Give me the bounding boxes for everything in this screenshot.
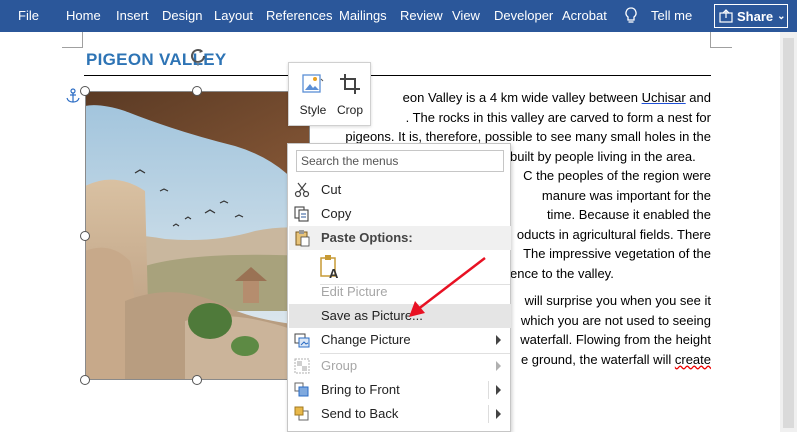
menu-label-send-to-back: Send to Back <box>321 406 399 421</box>
send-back-icon <box>294 406 309 421</box>
tab-acrobat[interactable]: Acrobat <box>562 8 607 23</box>
tab-design[interactable]: Design <box>162 8 202 23</box>
paste-keep-picture-button[interactable]: A <box>289 252 511 282</box>
anchor-icon[interactable] <box>66 88 80 104</box>
uchisar-word: Uchisar <box>641 90 686 105</box>
style-label: Style <box>299 103 327 117</box>
context-menu: Search the menus Cut Copy Paste Options: <box>287 143 511 432</box>
resize-handle-w[interactable] <box>80 231 90 241</box>
menu-label-cut: Cut <box>321 182 342 197</box>
rotate-icon[interactable] <box>188 46 208 66</box>
resize-handle-nw[interactable] <box>80 86 90 96</box>
svg-text:A: A <box>329 266 339 280</box>
heading-underline <box>84 75 711 76</box>
menu-item-copy[interactable]: Copy <box>289 202 511 226</box>
menu-item-change-picture[interactable]: Change Picture <box>289 328 511 352</box>
chevron-down-icon: ⌄ <box>777 10 786 22</box>
menu-label-edit-picture: Edit Picture <box>321 284 388 299</box>
bring-front-icon <box>294 382 309 397</box>
menu-search-input[interactable]: Search the menus <box>296 150 504 172</box>
submenu-arrow-icon <box>496 361 501 371</box>
lightbulb-icon[interactable] <box>624 7 638 25</box>
crop-mark <box>62 47 83 48</box>
ribbon: File Home Insert Design Layout Reference… <box>0 0 797 32</box>
tab-file[interactable]: File <box>18 8 39 23</box>
tab-review[interactable]: Review <box>400 8 443 23</box>
text-line: eon Valley is a 4 km wide valley between… <box>402 90 711 105</box>
menu-label-group: Group <box>321 358 358 373</box>
paste-icon <box>295 230 310 247</box>
menu-label-change-picture: Change Picture <box>321 332 411 347</box>
share-button[interactable]: Share ⌄ <box>714 4 788 28</box>
split-separator <box>488 405 489 423</box>
selected-picture[interactable] <box>85 91 310 380</box>
share-label: Share <box>737 8 774 24</box>
group-icon <box>294 358 310 374</box>
submenu-arrow-icon[interactable] <box>496 385 501 395</box>
paste-picture-icon: A <box>320 255 339 280</box>
tab-insert[interactable]: Insert <box>116 8 149 23</box>
submenu-arrow-icon <box>496 335 501 345</box>
style-icon <box>302 74 324 93</box>
crop-mark <box>82 32 83 48</box>
pigeon-valley-photo <box>85 91 310 380</box>
resize-handle-n[interactable] <box>192 86 202 96</box>
crop-button[interactable]: Crop <box>332 67 368 123</box>
scissors-icon <box>294 182 310 198</box>
menu-label-copy: Copy <box>321 206 352 221</box>
crop-icon <box>340 74 360 94</box>
mini-toolbar: Style Crop <box>288 62 371 126</box>
menu-item-group: Group <box>289 354 511 378</box>
menu-item-cut[interactable]: Cut <box>289 178 511 202</box>
menu-label-paste-options: Paste Options: <box>321 230 413 245</box>
split-separator <box>488 381 489 399</box>
change-picture-icon <box>294 333 310 348</box>
crop-label: Crop <box>336 103 363 117</box>
style-button[interactable]: Style <box>295 67 331 123</box>
resize-handle-s[interactable] <box>192 375 202 385</box>
tab-developer[interactable]: Developer <box>494 8 553 23</box>
tab-references[interactable]: References <box>266 8 332 23</box>
menu-item-save-as-picture[interactable]: Save as Picture... <box>289 304 511 328</box>
share-icon <box>719 9 733 23</box>
resize-handle-sw[interactable] <box>80 375 90 385</box>
copy-icon <box>294 206 309 222</box>
menu-item-bring-to-front[interactable]: Bring to Front <box>289 378 511 402</box>
tab-home[interactable]: Home <box>66 8 101 23</box>
tell-me-search[interactable]: Tell me <box>651 8 692 23</box>
crop-mark <box>710 32 711 48</box>
submenu-arrow-icon[interactable] <box>496 409 501 419</box>
menu-item-send-to-back[interactable]: Send to Back <box>289 402 511 426</box>
tab-view[interactable]: View <box>452 8 480 23</box>
crop-mark <box>710 47 732 48</box>
menu-item-edit-picture: Edit Picture <box>289 280 511 304</box>
tab-layout[interactable]: Layout <box>214 8 253 23</box>
menu-label-bring-to-front: Bring to Front <box>321 382 400 397</box>
scrollbar-thumb[interactable] <box>783 38 794 428</box>
tab-mailings[interactable]: Mailings <box>339 8 387 23</box>
menu-header-paste-options: Paste Options: <box>289 226 511 250</box>
text-line: . The rocks in this valley are carved to… <box>405 109 711 125</box>
vertical-scrollbar[interactable] <box>780 32 797 432</box>
menu-label-save-as-picture: Save as Picture... <box>321 308 423 323</box>
